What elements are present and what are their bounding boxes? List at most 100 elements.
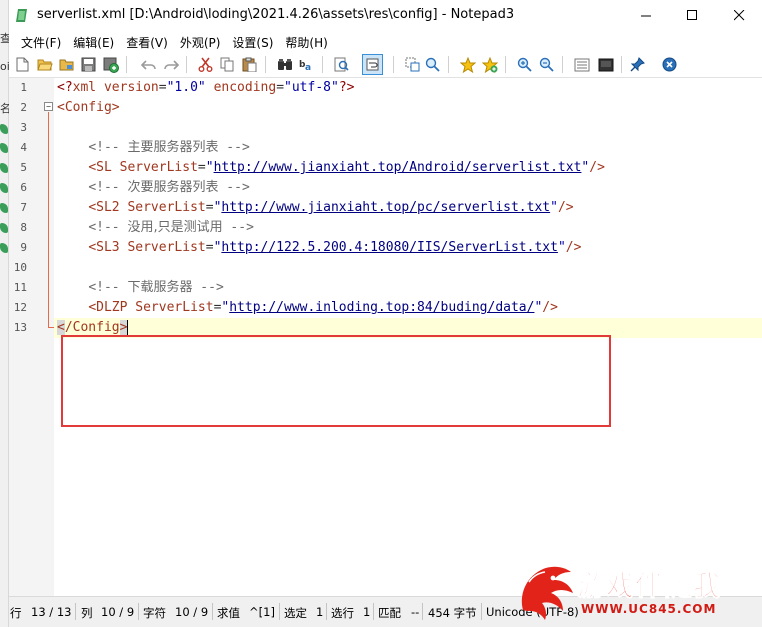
code-line: <DLZP ServerList="http://www.inloding.to… <box>88 300 558 315</box>
find-button[interactable] <box>274 54 295 75</box>
paste-icon <box>242 57 257 72</box>
menu-bar: 文件(F) 编辑(E) 查看(V) 外观(P) 设置(S) 帮助(H) <box>9 31 762 51</box>
status-bytes: 454 字节 <box>428 606 477 620</box>
undo-button[interactable] <box>138 54 159 75</box>
code-line: <!-- 没用,只是测试用 --> <box>54 218 762 238</box>
minimize-button[interactable] <box>623 0 669 31</box>
watermark: 游戏伴随我 WWW.UC845.COM <box>515 558 762 624</box>
pi-open: <? <box>57 80 73 95</box>
code-line: <!-- 次要服务器列表 --> <box>54 178 762 198</box>
line-number: 4 <box>20 141 27 154</box>
xml-tag: <DLZP <box>88 300 128 315</box>
comment-open: <!-- <box>88 220 120 235</box>
line-number: 8 <box>20 221 27 234</box>
menu-file[interactable]: 文件(F) <box>15 31 67 51</box>
attr-name: ServerList <box>135 300 214 315</box>
code-line: <SL3 ServerList="http://122.5.200.4:1808… <box>88 240 582 255</box>
url-link[interactable]: http://www.inloding.top:84/buding/data/ <box>229 300 534 315</box>
status-char-label: 字符 <box>143 606 166 620</box>
code-line: <!-- 主要服务器列表 --> <box>54 138 762 158</box>
menu-help[interactable]: 帮助(H) <box>279 31 333 51</box>
open-file-button[interactable] <box>34 54 55 75</box>
url-link[interactable]: http://122.5.200.4:18080/IIS/ServerList.… <box>221 240 558 255</box>
paste-button[interactable] <box>239 54 260 75</box>
line-number: 12 <box>13 301 27 314</box>
zoom-out-button[interactable] <box>536 54 557 75</box>
save-as-icon <box>103 57 119 73</box>
watermark-url: WWW.UC845.COM <box>581 602 717 616</box>
new-file-button[interactable] <box>12 54 33 75</box>
pi-close: ?> <box>338 80 355 95</box>
status-sel-label: 选定 <box>284 606 307 620</box>
pi-name: xml <box>72 80 97 95</box>
status-match-label: 匹配 <box>378 606 401 620</box>
attr-name: encoding <box>213 80 277 95</box>
copy-button[interactable] <box>217 54 238 75</box>
comment-open: <!-- <box>88 280 120 295</box>
line-number: 6 <box>20 181 27 194</box>
zoom-find-button[interactable] <box>422 54 443 75</box>
menu-settings[interactable]: 设置(S) <box>226 31 279 51</box>
menu-appearance[interactable]: 外观(P) <box>174 31 227 51</box>
add-favorite-button[interactable] <box>479 54 500 75</box>
pin-button[interactable] <box>627 54 648 75</box>
minimize-icon <box>640 15 651 17</box>
settings-button[interactable] <box>571 54 592 75</box>
xml-tag: <SL2 <box>88 200 120 215</box>
editor[interactable]: 1 2 3 4 5 6 7 8 9 10 11 12 13 − <?xml ve… <box>9 78 762 596</box>
redo-button[interactable] <box>160 54 181 75</box>
line-number: 5 <box>20 161 27 174</box>
browse-button[interactable] <box>56 54 77 75</box>
comment-text: 下载服务器 <box>127 280 193 295</box>
code-line: <?xml version="1.0" encoding="utf-8"?> <box>57 80 355 95</box>
attr-name: ServerList <box>119 160 198 175</box>
save-button[interactable] <box>78 54 99 75</box>
new-file-icon <box>16 57 29 72</box>
status-match-value: -- <box>411 605 420 619</box>
url-link[interactable]: http://www.jianxiaht.top/pc/serverlist.t… <box>221 200 550 215</box>
comment-close: --> <box>226 140 250 155</box>
code-line: <!-- 下载服务器 --> <box>54 278 762 298</box>
cut-button[interactable] <box>195 54 216 75</box>
find-icon <box>277 59 292 70</box>
status-eval-value: ^[1] <box>249 605 275 619</box>
maximize-button[interactable] <box>669 0 715 31</box>
zoom-button[interactable] <box>402 54 423 75</box>
dragon-logo-icon <box>521 566 573 620</box>
background-app-icon <box>0 163 8 173</box>
close-document-button[interactable] <box>659 54 680 75</box>
screen-button[interactable] <box>595 54 616 75</box>
favorite-button[interactable] <box>457 54 478 75</box>
save-as-button[interactable] <box>100 54 121 75</box>
code-line: <SL2 ServerList="http://www.jianxiaht.to… <box>88 200 574 215</box>
url-link[interactable]: http://www.jianxiaht.top/Android/serverl… <box>214 160 582 175</box>
background-app-icon <box>0 143 8 153</box>
find-in-page-button[interactable] <box>331 54 352 75</box>
status-selline-label: 选行 <box>331 606 354 620</box>
xml-tag-close: /> <box>565 240 582 255</box>
replace-button[interactable]: ba <box>296 54 317 75</box>
zoom-in-button[interactable] <box>514 54 535 75</box>
line-number: 11 <box>13 281 27 294</box>
comment-text: 没用,只是测试用 <box>127 220 223 235</box>
menu-view[interactable]: 查看(V) <box>120 31 174 51</box>
background-app-icon <box>0 124 8 134</box>
screen-icon <box>598 58 613 71</box>
close-button[interactable] <box>716 0 762 31</box>
maximize-icon <box>686 10 697 20</box>
copy-icon <box>220 57 234 72</box>
fold-toggle-icon[interactable]: − <box>44 102 53 111</box>
xml-tag: <SL3 <box>88 240 120 255</box>
menu-edit[interactable]: 编辑(E) <box>67 31 120 51</box>
word-wrap-button[interactable] <box>362 54 383 75</box>
favorite-icon <box>459 56 476 73</box>
highlight-annotation-box <box>61 335 611 427</box>
xml-tag: <Config> <box>57 100 120 115</box>
cut-icon <box>198 57 213 72</box>
text-caret <box>127 319 129 336</box>
comment-open: <!-- <box>88 140 120 155</box>
watermark-title: 游戏伴随我 <box>576 569 723 603</box>
title-bar[interactable]: serverlist.xml [D:\Android\loding\2021.4… <box>9 0 762 31</box>
attr-value: "1.0" <box>166 80 206 95</box>
line-number: 2 <box>20 101 27 114</box>
